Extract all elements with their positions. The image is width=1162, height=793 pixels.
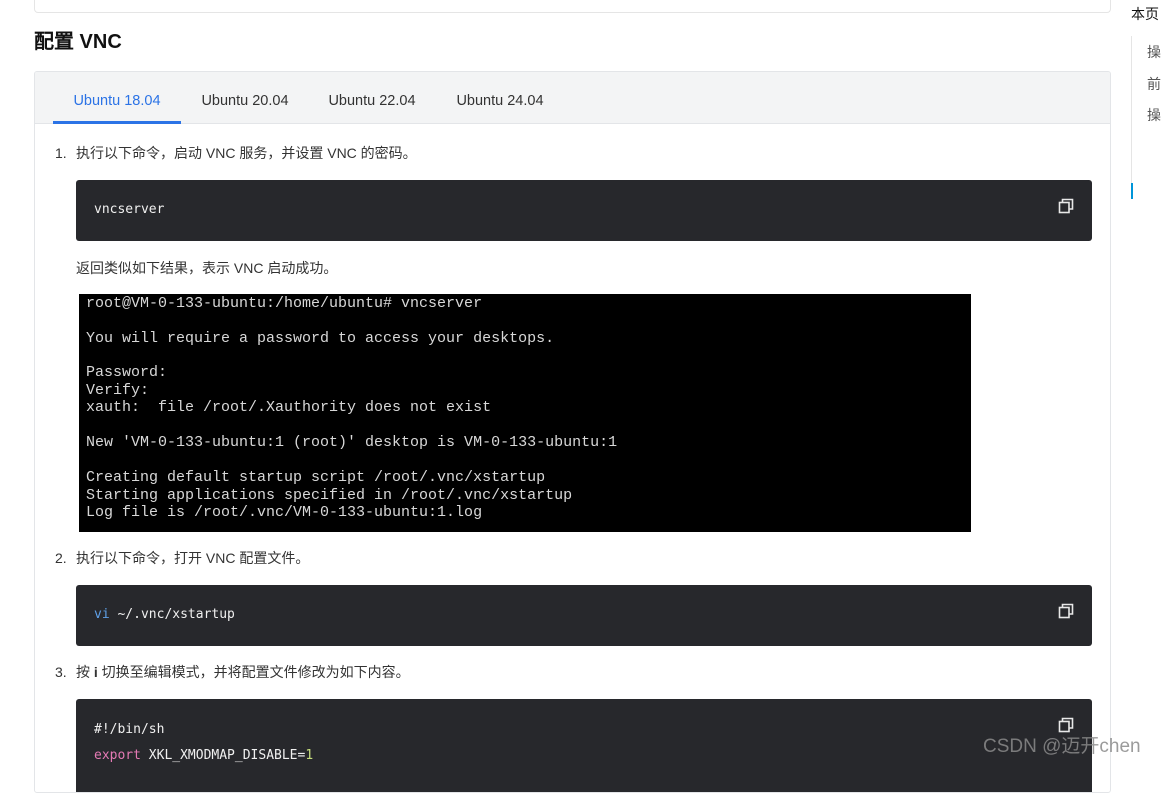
step-1-text: 执行以下命令，启动 VNC 服务，并设置 VNC 的密码。 [76, 145, 417, 161]
tab-ubuntu-2204[interactable]: Ubuntu 22.04 [309, 72, 435, 123]
toc-item[interactable]: 操 [1147, 42, 1161, 62]
terminal-line: Log file is /root/.vnc/VM-0-133-ubuntu:1… [86, 504, 483, 521]
toc-active-marker [1131, 183, 1133, 199]
csdn-watermark: CSDN @迈开chen [983, 736, 1141, 757]
tab-ubuntu-1804[interactable]: Ubuntu 18.04 [53, 72, 181, 124]
step-1-number: 1. [55, 145, 67, 161]
terminal-line: root@VM-0-133-ubuntu:/home/ubuntu# vncse… [86, 295, 483, 312]
copy-icon[interactable] [1058, 198, 1074, 214]
step-3: 3. 按 i 切换至编辑模式，并将配置文件修改为如下内容。 [55, 662, 410, 682]
result-description: 返回类似如下结果，表示 VNC 启动成功。 [76, 260, 338, 276]
toc-item[interactable]: 操 [1147, 105, 1161, 125]
code-block-xstartup-content: #!/bin/sh export XKL_XMODMAP_DISABLE=1 [76, 699, 1092, 792]
terminal-line: New 'VM-0-133-ubuntu:1 (root)' desktop i… [86, 434, 618, 451]
terminal-line: Starting applications specified in /root… [86, 486, 573, 504]
step-2: 2. 执行以下命令，打开 VNC 配置文件。 [55, 548, 309, 568]
terminal-line: Creating default startup script /root/.v… [86, 469, 546, 486]
code-line: vi ~/.vnc/xstartup [94, 607, 235, 622]
step-3-number: 3. [55, 664, 67, 680]
step-3-text-before: 按 [76, 664, 94, 680]
code-command: vi [94, 607, 110, 622]
copy-icon[interactable] [1058, 603, 1074, 619]
code-variable: XKL_XMODMAP_DISABLE [140, 748, 298, 763]
tab-ubuntu-2004[interactable]: Ubuntu 20.04 [181, 72, 309, 123]
tab-ubuntu-2404[interactable]: Ubuntu 24.04 [435, 72, 565, 123]
toc-rail [1131, 36, 1132, 196]
terminal-line: Verify: [86, 381, 150, 399]
section-title: 配置 VNC [34, 31, 122, 53]
terminal-line: Password: [86, 364, 168, 381]
toc-item[interactable]: 前 [1147, 74, 1161, 94]
code-keyword: export [94, 748, 141, 763]
code-line-export: export XKL_XMODMAP_DISABLE=1 [94, 748, 313, 763]
code-block-vi-xstartup: vi ~/.vnc/xstartup [76, 585, 1092, 646]
ubuntu-version-panel: Ubuntu 18.04 Ubuntu 20.04 Ubuntu 22.04 U… [34, 71, 1111, 793]
step-2-number: 2. [55, 550, 67, 566]
code-argument: ~/.vnc/xstartup [109, 607, 235, 622]
step-2-text: 执行以下命令，打开 VNC 配置文件。 [76, 550, 310, 566]
code-line-shebang: #!/bin/sh [94, 722, 165, 737]
code-value: 1 [305, 748, 314, 763]
step-1: 1. 执行以下命令，启动 VNC 服务，并设置 VNC 的密码。 [55, 143, 417, 163]
terminal-screenshot: root@VM-0-133-ubuntu:/home/ubuntu# vncse… [79, 294, 971, 532]
version-tab-bar: Ubuntu 18.04 Ubuntu 20.04 Ubuntu 22.04 U… [35, 72, 1110, 124]
code-line: vncserver [94, 202, 165, 217]
previous-card [34, 0, 1111, 13]
toc-header: 本页 [1131, 6, 1159, 22]
terminal-line: xauth: file /root/.Xauthority does not e… [86, 399, 492, 416]
code-block-vncserver: vncserver [76, 180, 1092, 241]
terminal-line: You will require a password to access yo… [86, 330, 555, 347]
step-3-text-after: 切换至编辑模式，并将配置文件修改为如下内容。 [97, 664, 410, 680]
